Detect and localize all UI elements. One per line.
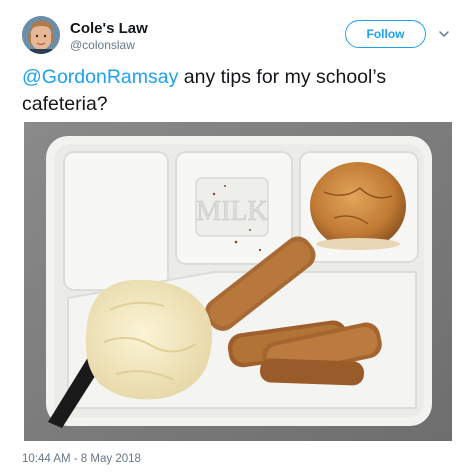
cafeteria-tray-image: MILK [24,122,452,441]
display-name[interactable]: Cole's Law [70,20,148,37]
chevron-down-icon[interactable] [438,28,450,40]
tweet-photo[interactable]: MILK [24,122,452,441]
user-handle[interactable]: @colonslaw [70,38,135,52]
tweet-card: Cole's Law @colonslaw Follow @GordonRams… [0,0,474,474]
avatar[interactable] [22,16,60,54]
avatar-image [22,16,60,54]
tweet-text: @GordonRamsay any tips for my school’s c… [22,64,462,118]
follow-button[interactable]: Follow [345,20,426,48]
tweet-timestamp[interactable]: 10:44 AM - 8 May 2018 [22,453,141,465]
mention-link[interactable]: @GordonRamsay [22,66,178,88]
milk-emboss: MILK [196,196,268,227]
